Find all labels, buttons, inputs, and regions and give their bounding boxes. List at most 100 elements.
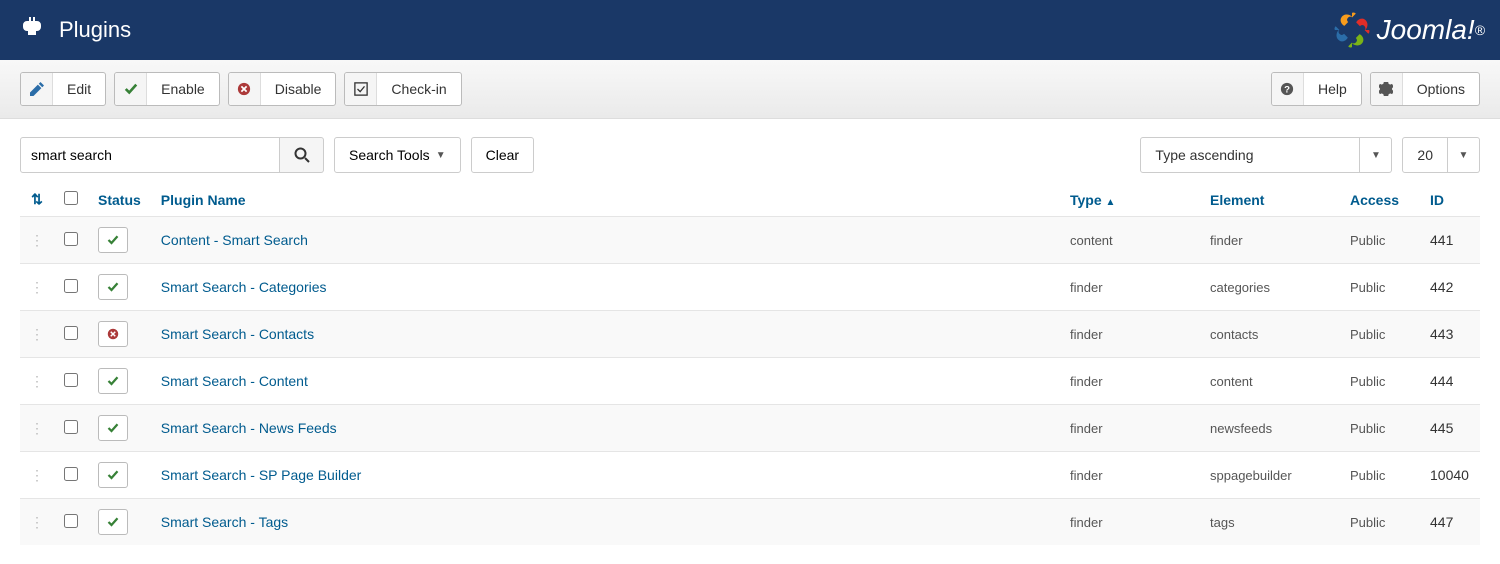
disable-button[interactable]: Disable <box>228 72 337 106</box>
id-header[interactable]: ID <box>1430 192 1444 208</box>
filter-bar: Search Tools ▼ Clear Type ascending ▼ 20… <box>20 137 1480 173</box>
page-header: Plugins Joomla!® <box>0 0 1500 60</box>
type-cell: finder <box>1060 264 1200 311</box>
type-cell: content <box>1060 217 1200 264</box>
type-cell: finder <box>1060 311 1200 358</box>
element-cell: contacts <box>1200 311 1340 358</box>
options-button[interactable]: Options <box>1370 72 1480 106</box>
edit-button[interactable]: Edit <box>20 72 106 106</box>
plugin-name-link[interactable]: Smart Search - Content <box>161 373 308 389</box>
plugin-name-link[interactable]: Smart Search - Categories <box>161 279 327 295</box>
element-header[interactable]: Element <box>1210 192 1264 208</box>
logo-text: Joomla! <box>1377 14 1475 46</box>
sort-value: Type ascending <box>1140 137 1360 173</box>
caret-down-icon: ▼ <box>436 150 446 161</box>
caret-down-icon: ▼ <box>1448 137 1480 173</box>
drag-handle-icon[interactable]: ⋮ <box>30 232 44 248</box>
search-input[interactable] <box>20 137 280 173</box>
plugin-name-link[interactable]: Smart Search - Tags <box>161 514 288 530</box>
search-tools-button[interactable]: Search Tools ▼ <box>334 137 461 173</box>
drag-handle-icon[interactable]: ⋮ <box>30 279 44 295</box>
search-tools-label: Search Tools <box>349 147 430 163</box>
drag-handle-icon[interactable]: ⋮ <box>30 326 44 342</box>
status-header[interactable]: Status <box>98 192 141 208</box>
id-cell: 445 <box>1420 405 1480 452</box>
drag-handle-icon[interactable]: ⋮ <box>30 514 44 530</box>
status-toggle-button[interactable] <box>98 368 128 394</box>
status-toggle-button[interactable] <box>98 227 128 253</box>
search-button[interactable] <box>280 137 324 173</box>
sort-select[interactable]: Type ascending ▼ <box>1140 137 1392 173</box>
access-cell: Public <box>1340 452 1420 499</box>
checkin-button[interactable]: Check-in <box>344 72 461 106</box>
search-icon <box>294 147 310 163</box>
question-icon: ? <box>1272 73 1304 105</box>
row-checkbox[interactable] <box>64 279 78 293</box>
id-cell: 441 <box>1420 217 1480 264</box>
table-row: ⋮ Smart Search - News Feeds findernewsfeed… <box>20 405 1480 452</box>
disable-label: Disable <box>261 81 336 97</box>
select-all-checkbox[interactable] <box>64 191 78 205</box>
name-header[interactable]: Plugin Name <box>161 192 246 208</box>
page-title: Plugins <box>59 17 131 43</box>
id-cell: 10040 <box>1420 452 1480 499</box>
element-cell: tags <box>1200 499 1340 546</box>
element-cell: finder <box>1200 217 1340 264</box>
status-toggle-button[interactable] <box>98 274 128 300</box>
drag-handle-icon[interactable]: ⋮ <box>30 420 44 436</box>
help-button[interactable]: ? Help <box>1271 72 1362 106</box>
row-checkbox[interactable] <box>64 514 78 528</box>
sort-handle-header[interactable]: ⇅ <box>20 183 54 217</box>
type-cell: finder <box>1060 358 1200 405</box>
id-cell: 443 <box>1420 311 1480 358</box>
access-cell: Public <box>1340 358 1420 405</box>
access-header[interactable]: Access <box>1350 192 1399 208</box>
status-toggle-button[interactable] <box>98 509 128 535</box>
drag-handle-icon[interactable]: ⋮ <box>30 467 44 483</box>
joomla-logo: Joomla!® <box>1333 11 1485 49</box>
cancel-icon <box>229 73 261 105</box>
type-cell: finder <box>1060 405 1200 452</box>
enable-button[interactable]: Enable <box>114 72 220 106</box>
plugin-name-link[interactable]: Smart Search - SP Page Builder <box>161 467 362 483</box>
id-cell: 444 <box>1420 358 1480 405</box>
plugin-icon <box>20 15 44 45</box>
access-cell: Public <box>1340 311 1420 358</box>
gear-icon <box>1371 73 1403 105</box>
element-cell: sppagebuilder <box>1200 452 1340 499</box>
id-cell: 442 <box>1420 264 1480 311</box>
id-cell: 447 <box>1420 499 1480 546</box>
clear-button[interactable]: Clear <box>471 137 534 173</box>
edit-label: Edit <box>53 81 105 97</box>
element-cell: content <box>1200 358 1340 405</box>
table-row: ⋮ Smart Search - Contacts findercontactsPu… <box>20 311 1480 358</box>
access-cell: Public <box>1340 217 1420 264</box>
drag-handle-icon[interactable]: ⋮ <box>30 373 44 389</box>
row-checkbox[interactable] <box>64 232 78 246</box>
limit-select[interactable]: 20 ▼ <box>1402 137 1480 173</box>
status-toggle-button[interactable] <box>98 462 128 488</box>
access-cell: Public <box>1340 264 1420 311</box>
status-toggle-button[interactable] <box>98 415 128 441</box>
row-checkbox[interactable] <box>64 420 78 434</box>
plugin-name-link[interactable]: Content - Smart Search <box>161 232 308 248</box>
options-label: Options <box>1403 81 1479 97</box>
status-toggle-button[interactable] <box>98 321 128 347</box>
type-cell: finder <box>1060 452 1200 499</box>
plugin-name-link[interactable]: Smart Search - Contacts <box>161 326 314 342</box>
row-checkbox[interactable] <box>64 373 78 387</box>
table-row: ⋮ Smart Search - SP Page Builder finderspp… <box>20 452 1480 499</box>
limit-value: 20 <box>1402 137 1448 173</box>
element-cell: newsfeeds <box>1200 405 1340 452</box>
access-cell: Public <box>1340 405 1420 452</box>
plugin-name-link[interactable]: Smart Search - News Feeds <box>161 420 337 436</box>
row-checkbox[interactable] <box>64 326 78 340</box>
row-checkbox[interactable] <box>64 467 78 481</box>
checkbox-icon <box>345 73 377 105</box>
check-icon <box>115 73 147 105</box>
type-header[interactable]: Type ▲ <box>1070 192 1115 208</box>
table-row: ⋮ Smart Search - Categories findercategori… <box>20 264 1480 311</box>
element-cell: categories <box>1200 264 1340 311</box>
table-row: ⋮Smart Search - TagsfindertagsPublic447 <box>20 499 1480 546</box>
access-cell: Public <box>1340 499 1420 546</box>
